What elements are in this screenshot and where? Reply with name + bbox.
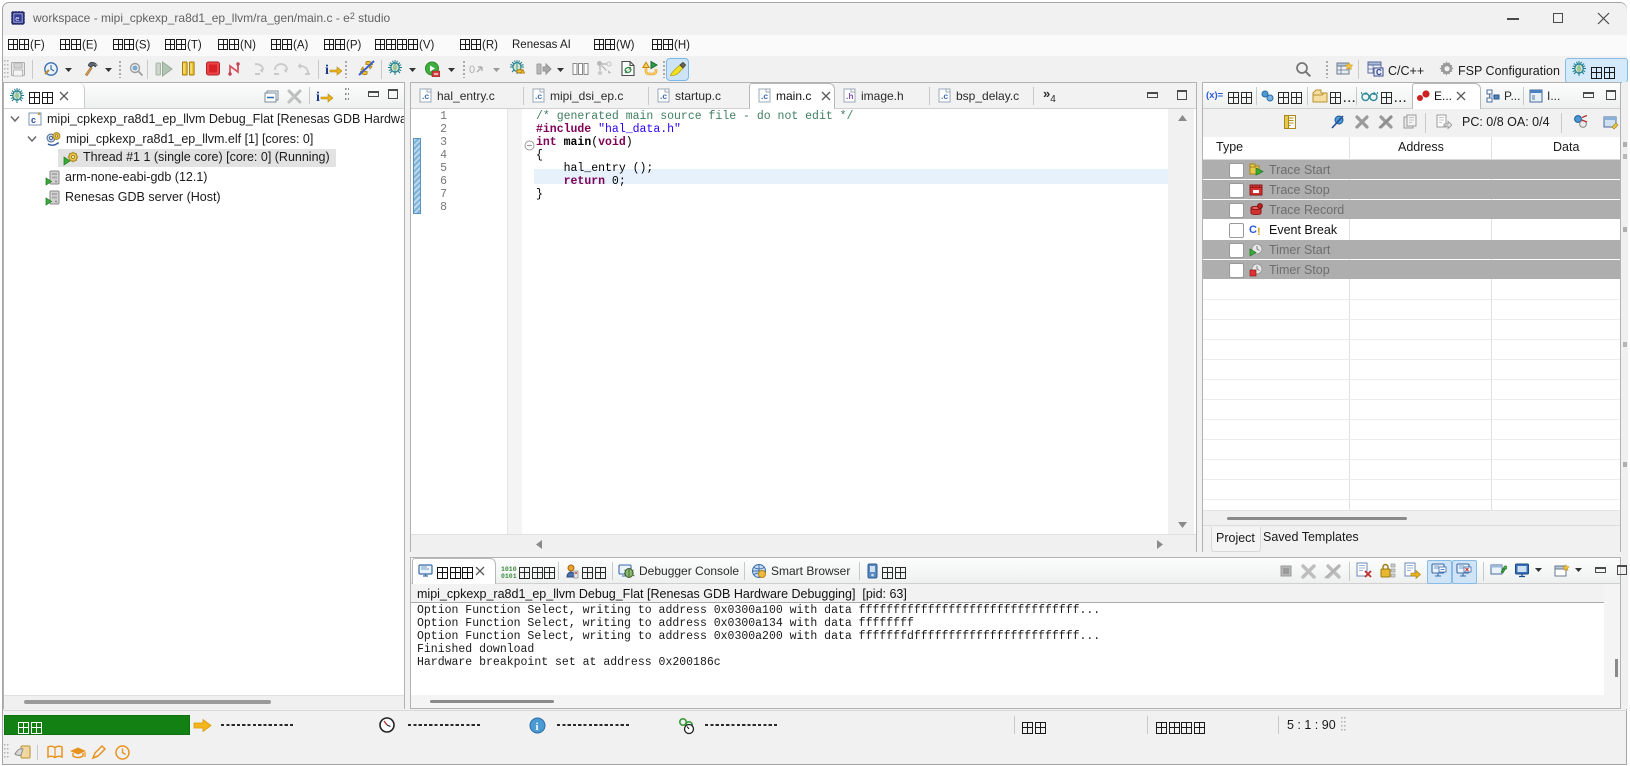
svg-text:.c: .c xyxy=(941,91,948,101)
svg-text:.c: .c xyxy=(422,91,429,101)
svg-text:.c: .c xyxy=(761,91,768,101)
svg-text:0: 0 xyxy=(469,64,475,76)
svg-text:C: C xyxy=(1249,224,1257,236)
svg-text:C: C xyxy=(1376,68,1382,77)
svg-text:i: i xyxy=(325,63,329,77)
svg-text:.h: .h xyxy=(846,91,854,101)
svg-text:1010: 1010 xyxy=(501,566,517,573)
svg-text:c: c xyxy=(31,115,36,125)
svg-text:!: ! xyxy=(1257,226,1261,237)
svg-text:.c: .c xyxy=(660,91,667,101)
svg-text:i: i xyxy=(536,721,539,733)
svg-text:.c: .c xyxy=(535,91,542,101)
svg-text:0101: 0101 xyxy=(501,573,517,579)
svg-text:e: e xyxy=(15,14,19,23)
